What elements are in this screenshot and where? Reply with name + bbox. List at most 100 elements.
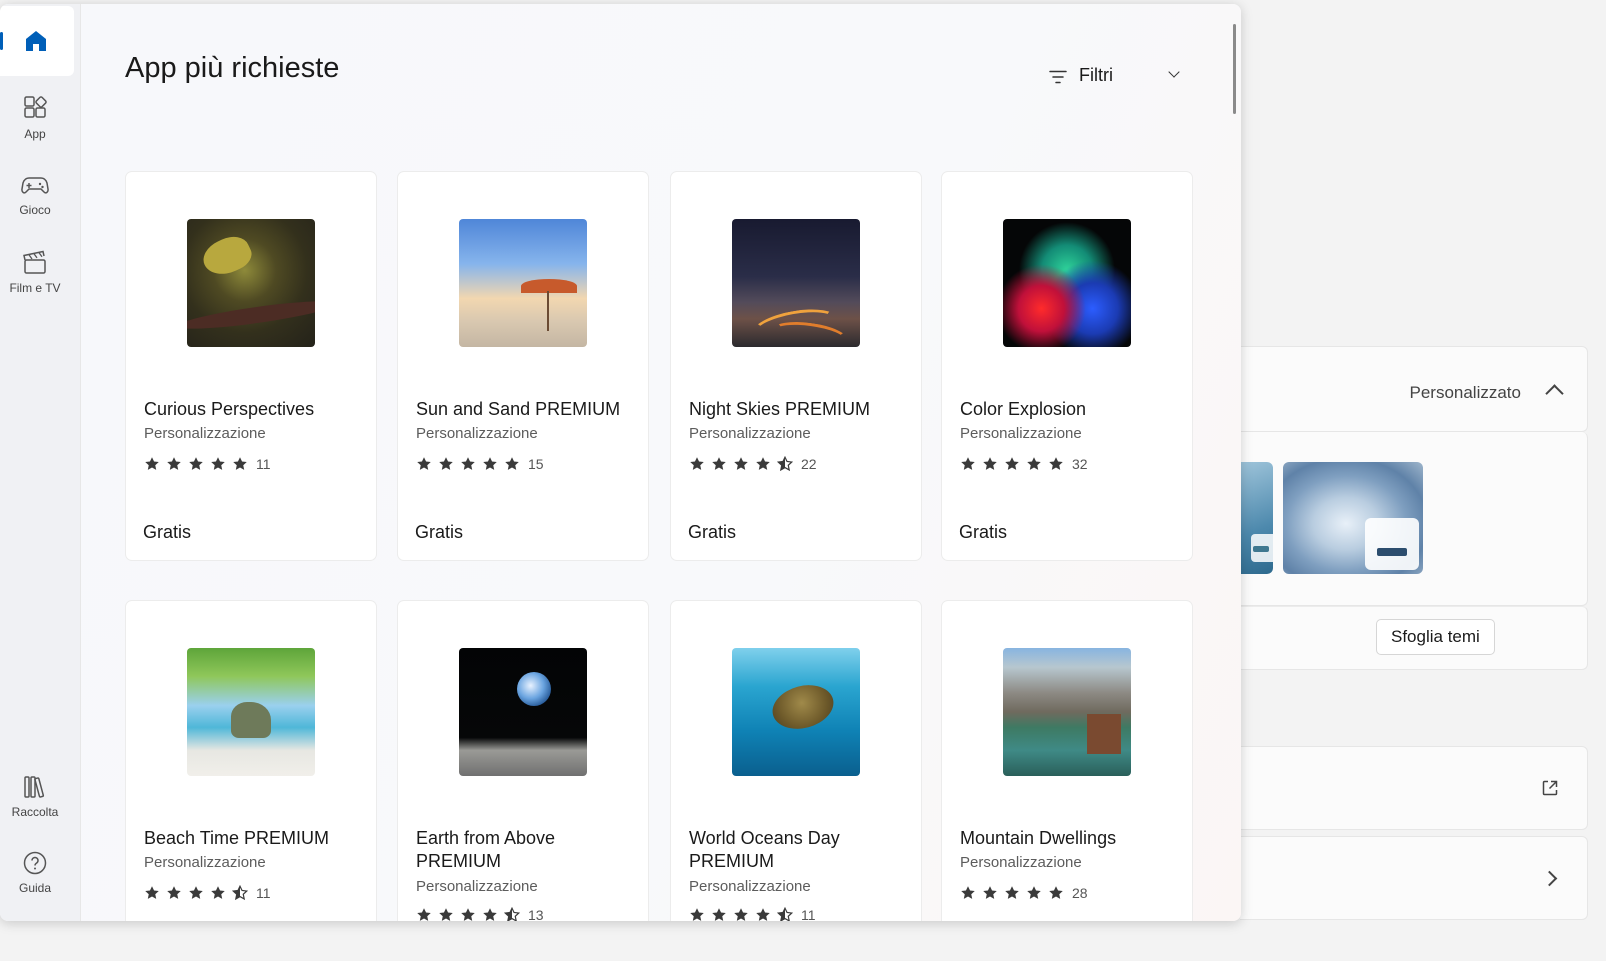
star-icon	[145, 457, 159, 470]
rating-count: 32	[1072, 456, 1088, 472]
rating-count: 28	[1072, 885, 1088, 901]
app-thumbnail	[732, 219, 860, 347]
app-card[interactable]: Beach Time PREMIUM Personalizzazione 11	[125, 600, 377, 921]
app-name: Mountain Dwellings	[960, 828, 1117, 848]
settings-nav-row[interactable]	[1240, 836, 1588, 920]
app-card[interactable]: Mountain Dwellings Personalizzazione 28	[941, 600, 1193, 921]
star-rating: 28	[960, 884, 1088, 902]
app-name: Curious Perspectives	[144, 399, 315, 419]
chevron-up-icon[interactable]	[1545, 384, 1564, 403]
rating-count: 11	[256, 456, 271, 472]
app-card[interactable]: World Oceans Day PREMIUM Personalizzazion…	[670, 600, 922, 921]
app-category: Personalizzazione	[144, 854, 266, 871]
theme-thumbnails	[1240, 432, 1588, 606]
star-rating: 11	[689, 906, 816, 921]
star-icon	[211, 457, 225, 470]
star-icon	[1027, 886, 1041, 899]
store-nav-rail: App Gioco Film e TV Raccolta Guida	[0, 4, 80, 921]
star-rating: 22	[689, 455, 817, 473]
nav-item-library[interactable]: Raccolta	[0, 774, 70, 819]
nav-label-help: Guida	[18, 881, 52, 895]
star-icon	[983, 457, 997, 470]
nav-item-home[interactable]	[0, 6, 74, 76]
current-theme-value: Personalizzato	[1409, 383, 1521, 402]
nav-label-apps: App	[24, 127, 46, 141]
nav-item-gaming[interactable]: Gioco	[0, 174, 70, 217]
star-rating: 11	[144, 884, 271, 902]
gamepad-icon	[21, 177, 49, 194]
app-category: Personalizzazione	[416, 878, 538, 895]
star-icon	[233, 457, 247, 470]
app-card[interactable]: Sun and Sand PREMIUM Personalizzazione 15 G…	[397, 171, 649, 561]
nav-label-library: Raccolta	[11, 805, 59, 819]
star-icon	[961, 457, 975, 470]
app-name: Sun and Sand PREMIUM	[416, 399, 621, 419]
star-icon	[189, 886, 203, 899]
app-thumbnail	[187, 219, 315, 347]
browse-themes-row: Sfoglia temi	[1240, 606, 1588, 670]
filters-dropdown[interactable]: Filtri	[1049, 62, 1184, 92]
star-icon	[232, 885, 248, 901]
app-category: Personalizzazione	[960, 425, 1082, 442]
star-icon	[439, 908, 453, 921]
selection-indicator	[0, 32, 3, 50]
store-content: App più richieste Filtri Curious Perspec…	[80, 4, 1241, 921]
rating-count: 11	[801, 907, 816, 921]
star-icon	[417, 457, 431, 470]
star-icon	[712, 457, 726, 470]
nav-item-movies[interactable]: Film e TV	[0, 250, 70, 295]
star-icon	[690, 457, 704, 470]
star-icon	[167, 457, 181, 470]
rating-count: 15	[528, 456, 544, 472]
star-icon	[1005, 886, 1019, 899]
star-rating: 13	[416, 906, 544, 921]
star-icon	[417, 908, 431, 921]
scrollbar-thumb[interactable]	[1233, 24, 1236, 114]
nav-label-gaming: Gioco	[19, 203, 51, 217]
nav-label-movies: Film e TV	[9, 281, 61, 295]
app-thumbnail	[1003, 648, 1131, 776]
star-icon	[483, 457, 497, 470]
app-thumbnail	[459, 648, 587, 776]
app-price: Gratis	[959, 522, 1008, 542]
app-name: Night Skies PREMIUM	[689, 399, 871, 419]
nav-item-help[interactable]: Guida	[0, 850, 70, 895]
nav-item-apps[interactable]: App	[0, 96, 70, 141]
app-card[interactable]: Curious Perspectives Personalizzazione 11 G…	[125, 171, 377, 561]
app-thumbnail	[732, 648, 860, 776]
filters-label: Filtri	[1079, 65, 1113, 85]
app-card[interactable]: Earth from Above PREMIUM Personalizzazion…	[397, 600, 649, 921]
app-name: Color Explosion	[960, 399, 1087, 419]
help-icon	[23, 851, 47, 875]
star-icon	[483, 908, 497, 921]
theme-thumbnail-bloom[interactable]	[1283, 462, 1423, 574]
star-rating: 15	[416, 455, 544, 473]
page-title: App più richieste	[125, 52, 340, 84]
star-icon	[461, 908, 475, 921]
open-external-icon	[1542, 780, 1558, 796]
star-icon	[461, 457, 475, 470]
app-thumbnail	[1003, 219, 1131, 347]
star-icon	[167, 886, 181, 899]
settings-link-row[interactable]	[1240, 746, 1588, 830]
home-icon	[26, 31, 46, 51]
app-price: Gratis	[688, 522, 737, 542]
app-category: Personalizzazione	[960, 854, 1082, 871]
current-theme-row[interactable]: Personalizzato	[1240, 346, 1588, 432]
star-rating: 11	[144, 455, 271, 473]
browse-themes-button[interactable]: Sfoglia temi	[1376, 619, 1495, 655]
store-window: App Gioco Film e TV Raccolta Guida App p…	[0, 4, 1241, 921]
star-icon	[777, 456, 793, 472]
app-card[interactable]: Color Explosion Personalizzazione 32 Gratis	[941, 171, 1193, 561]
star-icon	[1027, 457, 1041, 470]
star-icon	[734, 908, 748, 921]
star-icon	[756, 457, 770, 470]
star-icon	[734, 457, 748, 470]
apps-icon	[24, 96, 47, 118]
filter-icon	[1049, 70, 1067, 84]
theme-thumbnail-partial[interactable]	[1240, 462, 1273, 574]
star-icon	[777, 907, 793, 921]
app-category: Personalizzazione	[689, 425, 811, 442]
star-icon	[961, 886, 975, 899]
app-card[interactable]: Night Skies PREMIUM Personalizzazione 22 Gr…	[670, 171, 922, 561]
